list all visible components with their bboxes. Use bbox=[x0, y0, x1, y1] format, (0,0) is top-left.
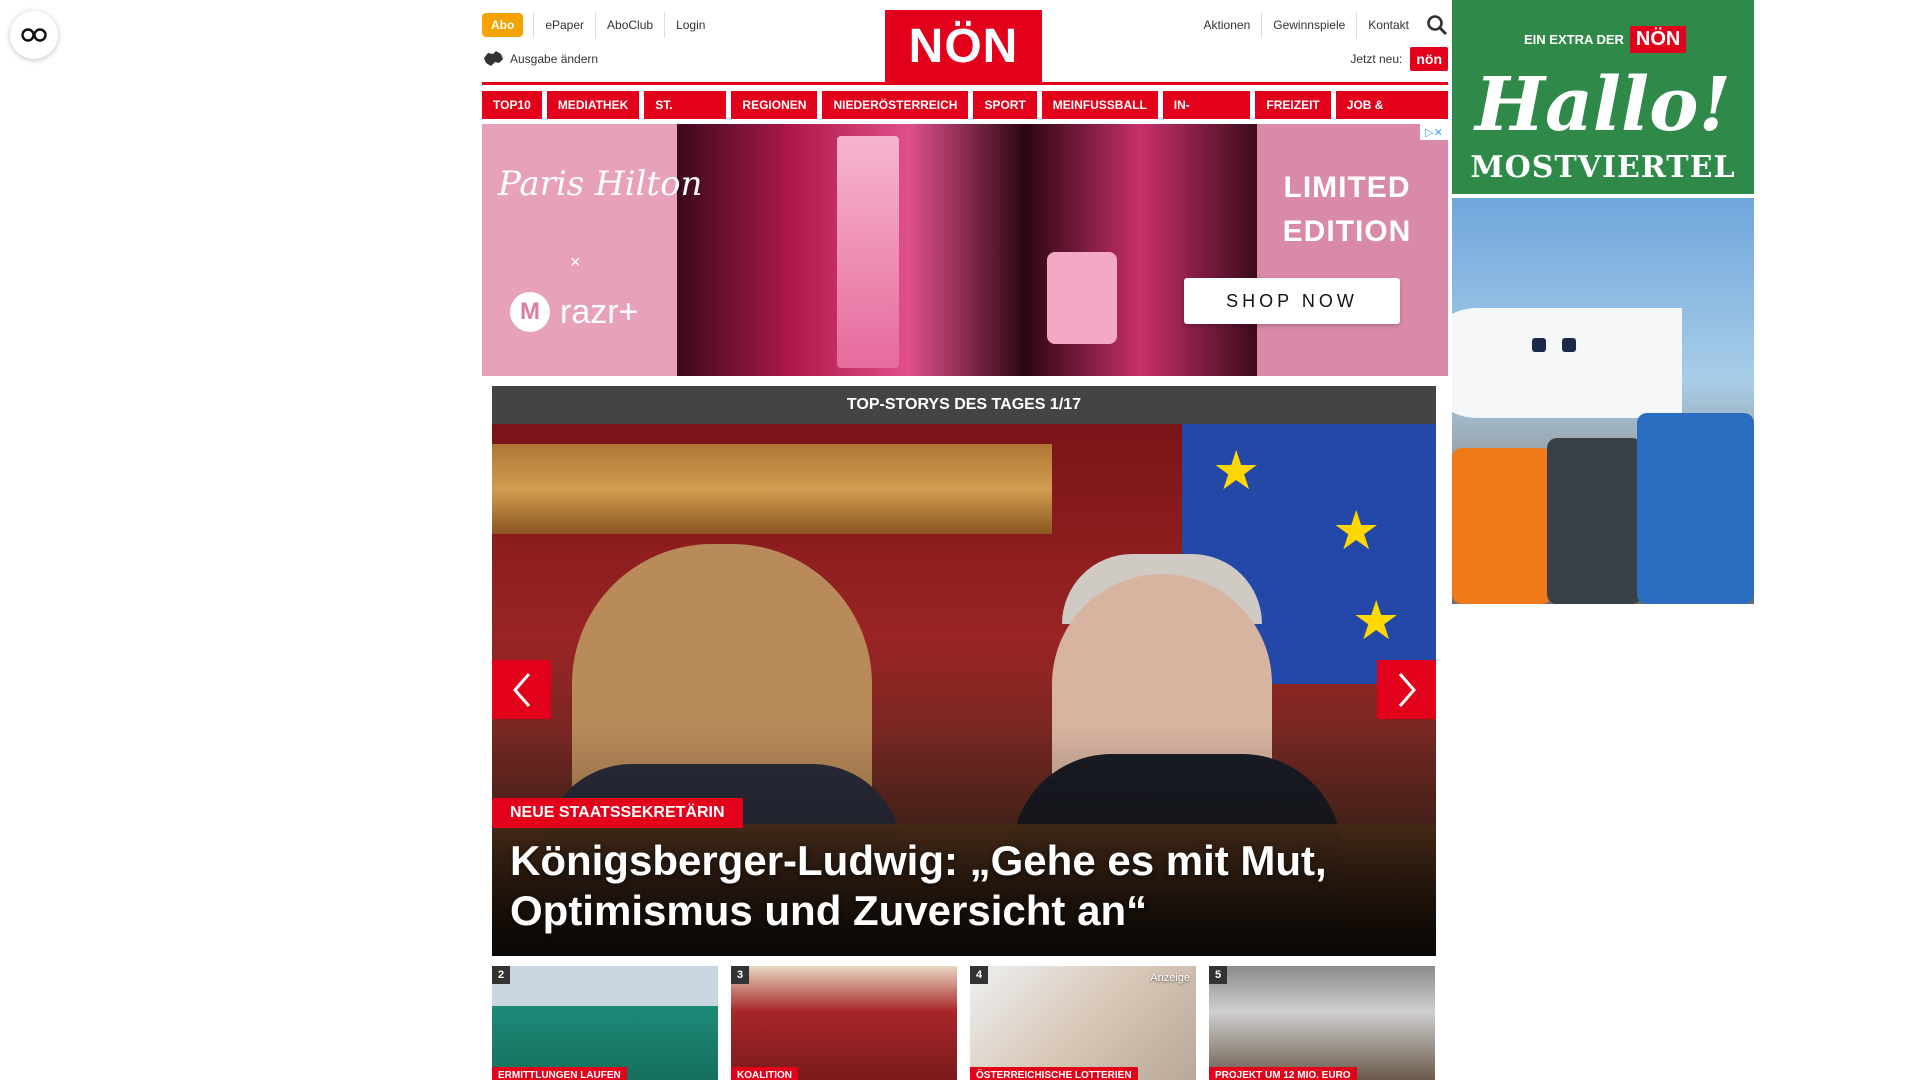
story-thumbnails: 2 ERMITTLUNGEN LAUFEN 3 KOALITION 4 Anze… bbox=[492, 966, 1436, 1080]
phone-image bbox=[1047, 252, 1117, 344]
epaper-link[interactable]: ePaper bbox=[533, 12, 595, 38]
accessibility-toggle-button[interactable] bbox=[10, 11, 58, 59]
hero-gilded-frame bbox=[492, 444, 1052, 534]
edition-label: Ausgabe ändern bbox=[510, 52, 599, 66]
right-nav: Aktionen Gewinnspiele Kontakt bbox=[1193, 12, 1448, 38]
suitcase-blue bbox=[1637, 413, 1754, 604]
anzeige-label: Anzeige bbox=[1150, 972, 1190, 984]
story-number: 3 bbox=[731, 966, 749, 984]
story-tag: ÖSTERREICHISCHE LOTTERIEN bbox=[970, 1067, 1138, 1080]
noen-logo[interactable]: NÖN bbox=[885, 10, 1042, 82]
chevron-left-icon bbox=[512, 672, 530, 707]
meine-noen-badge[interactable]: nön bbox=[1410, 47, 1448, 71]
nav-item-mediathek[interactable]: MEDIATHEK bbox=[546, 91, 640, 119]
story-number: 4 bbox=[970, 966, 988, 984]
nav-item-job-karriere[interactable]: JOB & KARRIERE bbox=[1335, 91, 1448, 140]
gewinnspiele-link[interactable]: Gewinnspiele bbox=[1261, 12, 1356, 38]
nav-item-sport[interactable]: SPORT bbox=[973, 91, 1037, 119]
search-icon[interactable] bbox=[1426, 14, 1448, 36]
edition-switcher[interactable]: Ausgabe ändern bbox=[482, 50, 598, 68]
carousel-next-button[interactable] bbox=[1377, 660, 1436, 719]
airplane-shape bbox=[1452, 308, 1682, 418]
glasses-icon bbox=[21, 28, 47, 42]
chevron-right-icon bbox=[1398, 672, 1416, 707]
header-divider bbox=[482, 82, 1448, 85]
collab-times: × bbox=[570, 252, 581, 272]
hallo-title: Hallo! bbox=[1475, 62, 1731, 148]
extra-text: EIN EXTRA DER bbox=[1524, 32, 1624, 47]
main-nav: TOP10 MEDIATHEK ST. PÖLTEN REGIONEN NIED… bbox=[482, 91, 1448, 140]
limited-edition-text: LIMITED EDITION bbox=[1282, 171, 1412, 248]
top-stories-carousel: TOP-STORYS DES TAGES 1/17 ★ ★ ★ NEUE STA… bbox=[492, 386, 1436, 956]
lower-austria-map-icon bbox=[484, 51, 503, 66]
page-container: Abo ePaper AboClub Login Ausgabe ändern … bbox=[482, 0, 1448, 1080]
shop-now-button[interactable]: SHOP NOW bbox=[1184, 278, 1400, 324]
extra-label: EIN EXTRA DER NÖN bbox=[1524, 26, 1687, 53]
airport-ad-image[interactable] bbox=[1452, 198, 1754, 604]
header: Abo ePaper AboClub Login Ausgabe ändern … bbox=[482, 0, 1448, 85]
story-thumbnail[interactable]: 3 KOALITION bbox=[731, 966, 957, 1080]
nav-item-meinfussball[interactable]: MEINFUSSBALL bbox=[1041, 91, 1158, 119]
story-thumbnail[interactable]: 4 Anzeige ÖSTERREICHISCHE LOTTERIEN bbox=[970, 966, 1196, 1080]
aboclub-link[interactable]: AboClub bbox=[595, 12, 664, 38]
jetzt-neu: Jetzt neu: nön bbox=[1350, 47, 1448, 71]
story-tag: KOALITION bbox=[731, 1067, 798, 1080]
hero-kicker: NEUE STAATSSEKRETÄRIN bbox=[492, 798, 743, 828]
carousel-prev-button[interactable] bbox=[492, 660, 551, 719]
razr-logo: M razr+ bbox=[510, 292, 638, 332]
story-number: 2 bbox=[492, 966, 510, 984]
nav-item-niederoesterreich[interactable]: NIEDERÖSTERREICH bbox=[822, 91, 969, 119]
banner-ad-left-panel bbox=[482, 124, 677, 376]
nav-item-freizeit[interactable]: FREIZEIT bbox=[1255, 91, 1331, 119]
abo-button[interactable]: Abo bbox=[482, 13, 524, 37]
aktionen-link[interactable]: Aktionen bbox=[1193, 12, 1262, 38]
razr-label: razr+ bbox=[560, 292, 639, 331]
kontakt-link[interactable]: Kontakt bbox=[1356, 12, 1420, 38]
top-stories-header: TOP-STORYS DES TAGES 1/17 bbox=[492, 386, 1436, 424]
hero-story[interactable]: ★ ★ ★ NEUE STAATSSEKRETÄRIN Königsberger… bbox=[492, 424, 1436, 956]
mostviertel-title: MOSTVIERTEL bbox=[1470, 150, 1736, 185]
nav-item-in-ausland[interactable]: IN-AUSLAND bbox=[1162, 91, 1251, 140]
nav-item-top10[interactable]: TOP10 bbox=[482, 91, 542, 119]
jetzt-neu-label: Jetzt neu: bbox=[1350, 52, 1403, 66]
story-number: 5 bbox=[1209, 966, 1227, 984]
banner-ad[interactable]: Paris Hilton × M razr+ LIMITED EDITION S… bbox=[482, 124, 1448, 376]
nav-item-regionen[interactable]: REGIONEN bbox=[731, 91, 818, 119]
suitcase-orange bbox=[1452, 448, 1552, 604]
story-thumbnail[interactable]: 5 PROJEKT UM 12 MIO. EURO bbox=[1209, 966, 1435, 1080]
airplane-window bbox=[1562, 338, 1576, 352]
login-link[interactable]: Login bbox=[664, 12, 716, 38]
hallo-mostviertel-ad[interactable]: EIN EXTRA DER NÖN Hallo! MOSTVIERTEL bbox=[1452, 0, 1754, 194]
nav-item-st-poelten[interactable]: ST. PÖLTEN bbox=[644, 91, 727, 140]
utility-nav: Abo ePaper AboClub Login bbox=[482, 12, 716, 38]
story-tag: PROJEKT UM 12 MIO. EURO bbox=[1209, 1067, 1357, 1080]
story-thumbnail[interactable]: 2 ERMITTLUNGEN LAUFEN bbox=[492, 966, 718, 1080]
paris-hilton-logo: Paris Hilton bbox=[498, 164, 703, 204]
perfume-box-image bbox=[837, 136, 899, 368]
side-ads: EIN EXTRA DER NÖN Hallo! MOSTVIERTEL bbox=[1452, 0, 1754, 604]
noen-mini-logo: NÖN bbox=[1629, 26, 1687, 53]
hero-headline[interactable]: Königsberger-Ludwig: „Gehe es mit Mut, O… bbox=[510, 836, 1410, 936]
banner-ad-photo bbox=[677, 124, 1257, 376]
airplane-window bbox=[1532, 338, 1546, 352]
adchoices-icon[interactable]: ▷✕ bbox=[1420, 124, 1448, 140]
suitcase-grey bbox=[1547, 438, 1642, 604]
motorola-icon: M bbox=[510, 292, 550, 332]
story-tag: ERMITTLUNGEN LAUFEN bbox=[492, 1067, 627, 1080]
